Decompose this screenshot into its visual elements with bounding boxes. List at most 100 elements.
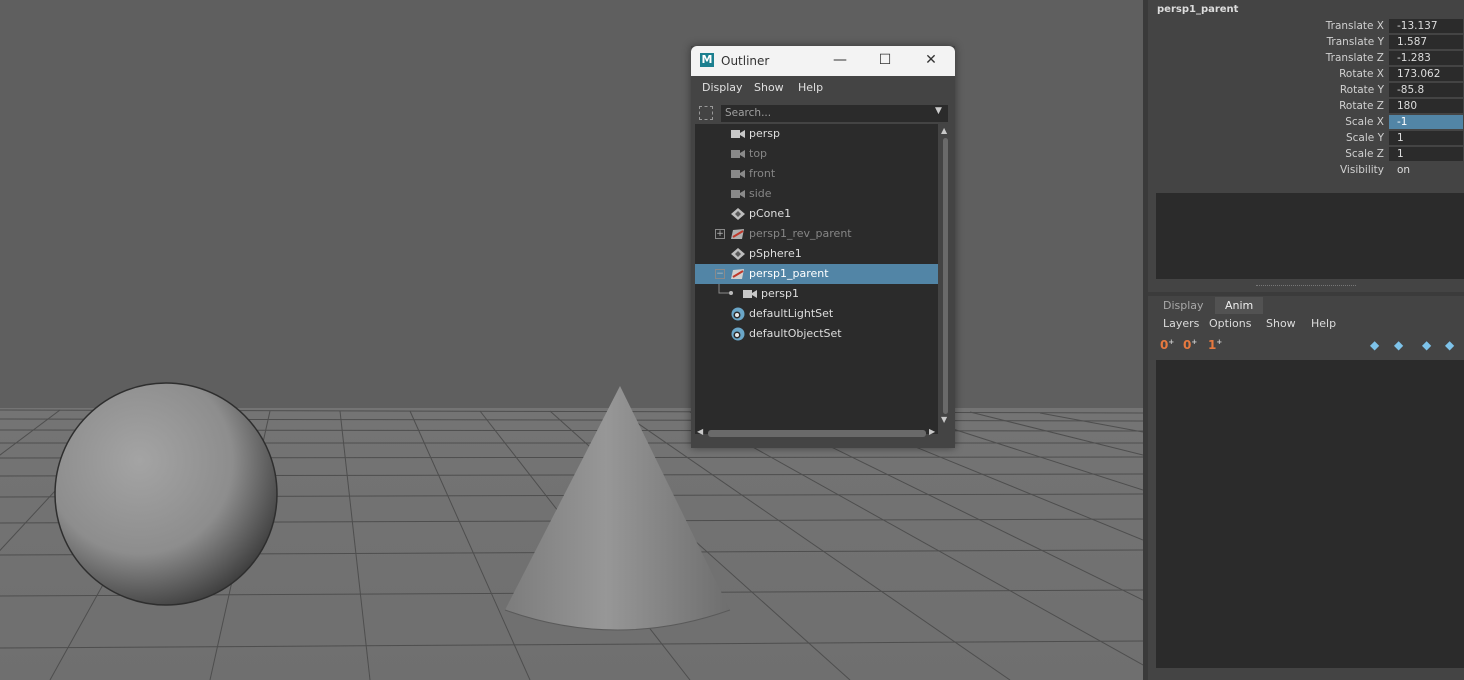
item-label: pSphere1 <box>749 247 802 260</box>
tab-display[interactable]: Display <box>1153 297 1214 314</box>
outliner-item-side[interactable]: side <box>695 184 938 204</box>
menu-help[interactable]: Help <box>798 81 823 94</box>
attr-row-scale-y[interactable]: Scale Y 1 <box>1148 130 1464 146</box>
attr-value-field[interactable]: 173.062 <box>1389 67 1463 81</box>
search-dropdown-icon[interactable]: ▼ <box>935 106 942 116</box>
tree-connector-icon <box>718 284 733 295</box>
channel-box-shapes-area <box>1156 193 1464 279</box>
outliner-item-persp1[interactable]: persp1 <box>695 284 938 304</box>
item-label: pCone1 <box>749 207 792 220</box>
3d-viewport[interactable] <box>0 0 1143 680</box>
horizontal-scrollbar[interactable]: ◀ ▶ <box>697 427 939 437</box>
filter-icon[interactable] <box>699 106 713 120</box>
attr-value-field[interactable]: on <box>1389 163 1463 177</box>
new-anim-layer-empty-button[interactable]: 0+ <box>1160 338 1174 352</box>
panel-separator[interactable] <box>1148 292 1464 296</box>
menu-layers[interactable]: Layers <box>1163 317 1199 330</box>
attr-value-field[interactable]: 1.587 <box>1389 35 1463 49</box>
search-input[interactable] <box>721 105 948 122</box>
set-icon <box>731 327 745 341</box>
item-label: top <box>749 147 768 160</box>
attr-row-rotate-z[interactable]: Rotate Z 180 <box>1148 98 1464 114</box>
attr-value-field[interactable]: 1 <box>1389 147 1463 161</box>
attr-label: Scale Z <box>1345 148 1384 160</box>
scroll-right-icon[interactable]: ▶ <box>929 427 935 436</box>
sphere-object <box>54 382 278 606</box>
attr-row-translate-y[interactable]: Translate Y 1.587 <box>1148 34 1464 50</box>
outliner-item-psphere1[interactable]: pSphere1 <box>695 244 938 264</box>
remove-layer-icon[interactable]: ◆ <box>1445 338 1454 352</box>
attr-value-field-selected[interactable]: -1 <box>1389 115 1463 129</box>
outliner-item-persp1-rev-parent[interactable]: + persp1_rev_parent <box>695 224 938 244</box>
outliner-item-top[interactable]: top <box>695 144 938 164</box>
scroll-up-icon[interactable]: ▲ <box>941 126 947 135</box>
outliner-item-defaultlightset[interactable]: defaultLightSet <box>695 304 938 324</box>
add-layer-icon[interactable]: ◆ <box>1422 338 1431 352</box>
menu-display[interactable]: Display <box>702 81 743 94</box>
outliner-titlebar[interactable]: M Outliner — ☐ ✕ <box>691 46 955 76</box>
scrollbar-thumb[interactable] <box>943 138 948 414</box>
move-layer-up-icon[interactable]: ◆ <box>1370 338 1379 352</box>
vertical-scrollbar[interactable]: ▲ ▼ <box>941 126 949 424</box>
attr-label: Translate X <box>1325 20 1384 32</box>
outliner-item-defaultobjectset[interactable]: defaultObjectSet <box>695 324 938 344</box>
outliner-tree[interactable]: persp top front side pCone1 + persp1_rev… <box>695 124 938 434</box>
channel-box-object-name[interactable]: persp1_parent <box>1157 4 1238 15</box>
menu-options[interactable]: Options <box>1209 317 1251 330</box>
attr-row-translate-z[interactable]: Translate Z -1.283 <box>1148 50 1464 66</box>
maximize-button[interactable]: ☐ <box>874 50 896 70</box>
layer-editor-toolbar: 0+ 0+ 1+ ◆ ◆ ◆ ◆ <box>1148 337 1464 357</box>
item-label: persp1_parent <box>749 267 829 280</box>
minimize-button[interactable]: — <box>829 50 851 70</box>
outliner-item-persp1-parent[interactable]: − persp1_parent <box>695 264 938 284</box>
camera-icon <box>731 130 745 138</box>
close-button[interactable]: ✕ <box>920 50 942 70</box>
attr-label: Scale Y <box>1345 132 1384 144</box>
outliner-menubar: Display Show Help <box>691 76 955 98</box>
tab-anim[interactable]: Anim <box>1215 297 1264 314</box>
outliner-item-pcone1[interactable]: pCone1 <box>695 204 938 224</box>
item-label: side <box>749 187 772 200</box>
attr-row-rotate-x[interactable]: Rotate X 173.062 <box>1148 66 1464 82</box>
attr-label: Visibility <box>1339 164 1384 176</box>
mesh-icon <box>731 248 745 260</box>
attr-label: Translate Z <box>1325 52 1384 64</box>
panel-resize-grip[interactable] <box>1256 285 1356 288</box>
attr-value-field[interactable]: -1.283 <box>1389 51 1463 65</box>
attr-row-rotate-y[interactable]: Rotate Y -85.8 <box>1148 82 1464 98</box>
menu-show[interactable]: Show <box>1266 317 1296 330</box>
attr-value-field[interactable]: -13.137 <box>1389 19 1463 33</box>
scrollbar-thumb[interactable] <box>708 430 926 437</box>
attr-value-field[interactable]: 1 <box>1389 131 1463 145</box>
move-layer-down-icon[interactable]: ◆ <box>1394 338 1403 352</box>
attr-label: Scale X <box>1345 116 1384 128</box>
menu-show[interactable]: Show <box>754 81 784 94</box>
viewport-background <box>0 0 1143 410</box>
camera-icon <box>743 290 757 298</box>
item-label: persp1 <box>761 287 799 300</box>
attr-label: Rotate Z <box>1339 100 1384 112</box>
item-label: front <box>749 167 776 180</box>
attr-row-scale-z[interactable]: Scale Z 1 <box>1148 146 1464 162</box>
menu-help[interactable]: Help <box>1311 317 1336 330</box>
new-anim-layer-selected-button[interactable]: 0+ <box>1183 338 1197 352</box>
camera-icon <box>731 170 745 178</box>
attr-value-field[interactable]: 180 <box>1389 99 1463 113</box>
attr-row-visibility[interactable]: Visibility on <box>1148 162 1464 178</box>
expand-icon[interactable]: + <box>715 229 725 239</box>
outliner-item-persp[interactable]: persp <box>695 124 938 144</box>
maya-logo-icon: M <box>700 53 714 67</box>
attr-row-translate-x[interactable]: Translate X -13.137 <box>1148 18 1464 34</box>
scroll-left-icon[interactable]: ◀ <box>697 427 703 436</box>
transform-icon <box>731 269 744 279</box>
attr-label: Rotate X <box>1339 68 1384 80</box>
layer-list[interactable] <box>1156 360 1464 668</box>
scroll-down-icon[interactable]: ▼ <box>941 415 947 424</box>
collapse-icon[interactable]: − <box>715 269 725 279</box>
item-label: defaultLightSet <box>749 307 834 320</box>
attr-row-scale-x[interactable]: Scale X -1 <box>1148 114 1464 130</box>
new-anim-layer-override-button[interactable]: 1+ <box>1208 338 1222 352</box>
attr-value-field[interactable]: -85.8 <box>1389 83 1463 97</box>
set-icon <box>731 307 745 321</box>
outliner-item-front[interactable]: front <box>695 164 938 184</box>
